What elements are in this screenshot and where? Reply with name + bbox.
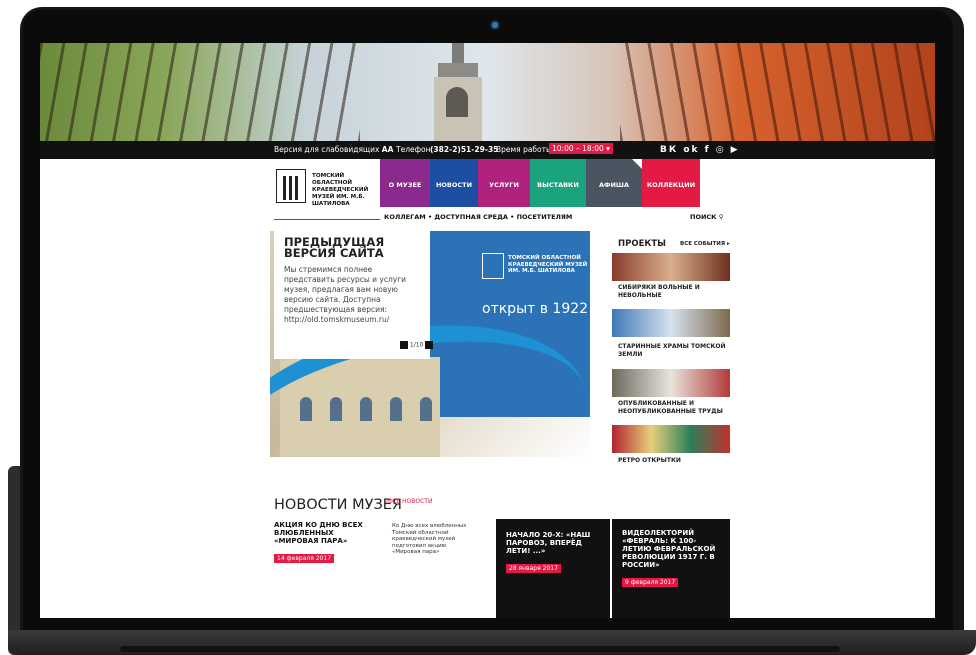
phone-number[interactable]: (382-2)51-29-35 <box>430 145 498 154</box>
accessibility-icon: АА <box>381 145 394 154</box>
nav-about[interactable]: О МУЗЕЕ <box>380 159 430 207</box>
screen: Версия для слабовидящих АА Телефон: (382… <box>40 43 935 618</box>
nav-collections[interactable]: КОЛЛЕКЦИИ <box>642 159 700 207</box>
search-button[interactable]: ПОИСК ⚲ <box>690 213 724 221</box>
project-image-postcards[interactable] <box>612 425 730 453</box>
project-image-works[interactable] <box>612 369 730 397</box>
social-icons[interactable]: ВК ok f ◎ ▶ <box>660 145 740 155</box>
nav-services[interactable]: УСЛУГИ <box>478 159 530 207</box>
hero-logo-text: ТОМСКИЙ ОБЛАСТНОЙ КРАЕВЕДЧЕСКИЙ МУЗЕЙ ИМ… <box>508 255 588 275</box>
projects-title: ПРОЕКТЫ <box>618 239 666 249</box>
laptop-mockup: Версия для слабовидящих АА Телефон: (382… <box>0 0 976 655</box>
project-image-siberians[interactable] <box>612 253 730 281</box>
secondary-nav[interactable]: КОЛЛЕГАМ • ДОСТУПНАЯ СРЕДА • ПОСЕТИТЕЛЯМ <box>384 213 572 221</box>
hero-museum-logo-icon <box>482 253 504 279</box>
next-arrow-icon[interactable] <box>425 341 434 349</box>
news-date: 28 января 2017 <box>506 564 561 573</box>
news-excerpt: Ко Дню всех влюбленных Томский областной… <box>392 523 467 555</box>
logo-text: ТОМСКИЙ ОБЛАСТНОЙ КРАЕВЕДЧЕСКИЙ МУЗЕЙ ИМ… <box>312 173 369 207</box>
hero-founded-text: открыт в 1922 г. <box>482 301 590 317</box>
news-item[interactable]: ВИДЕОЛЕКТОРИЙ «ФЕВРАЛЬ: К 100-ЛЕТИЮ ФЕВР… <box>612 519 730 618</box>
nav-exhibitions[interactable]: ВЫСТАВКИ <box>530 159 586 207</box>
project-image-churches[interactable] <box>612 309 730 337</box>
top-info-bar: Версия для слабовидящих АА Телефон: (382… <box>40 141 935 159</box>
camera-icon <box>492 22 498 28</box>
news-title: НОВОСТИ МУЗЕЯ <box>274 497 402 513</box>
phone-label: Телефон: <box>396 145 434 154</box>
search-icon: ⚲ <box>718 213 724 221</box>
news-item[interactable]: АКЦИЯ КО ДНЮ ВСЕХ ВЛЮБЛЕННЫХ «МИРОВАЯ ПА… <box>274 521 378 564</box>
hours-dropdown[interactable]: 10:00 – 18:00 ▾ <box>549 143 613 154</box>
header-banner-image <box>40 43 935 141</box>
banner-tower <box>428 43 488 141</box>
laptop-hinge <box>120 646 840 652</box>
slider-pager: 1/10 <box>400 341 434 349</box>
museum-logo-icon <box>276 169 306 203</box>
nav-events[interactable]: АФИША <box>586 159 642 207</box>
banner-fence-left <box>40 43 360 141</box>
all-events-link[interactable]: ВСЕ СОБЫТИЯ ▸ <box>680 241 730 247</box>
project-siberians[interactable]: СИБИРЯКИ ВОЛЬНЫЕ И НЕВОЛЬНЫЕ <box>618 284 730 299</box>
site-content: ТОМСКИЙ ОБЛАСТНОЙ КРАЕВЕДЧЕСКИЙ МУЗЕЙ ИМ… <box>270 159 730 618</box>
hero-card: ПРЕДЫДУЩАЯ ВЕРСИЯ САЙТА Мы стремимся пол… <box>274 231 434 359</box>
project-postcards[interactable]: РЕТРО ОТКРЫТКИ <box>618 457 730 465</box>
hero-slider: ТОМСКИЙ ОБЛАСТНОЙ КРАЕВЕДЧЕСКИЙ МУЗЕЙ ИМ… <box>270 231 590 457</box>
all-news-link[interactable]: /ВСЕ НОВОСТИ <box>386 498 432 505</box>
accessibility-link[interactable]: Версия для слабовидящих АА <box>274 145 393 154</box>
news-date: 9 февраля 2017 <box>622 578 679 587</box>
project-works[interactable]: ОПУБЛИКОВАННЫЕ И НЕОПУБЛИКОВАННЫЕ ТРУДЫ <box>618 400 730 415</box>
hero-text: Мы стремимся полнее представить ресурсы … <box>284 265 407 324</box>
hero-title: ПРЕДЫДУЩАЯ ВЕРСИЯ САЙТА <box>284 235 385 260</box>
project-churches[interactable]: СТАРИННЫЕ ХРАМЫ ТОМСКОЙ ЗЕМЛИ <box>618 343 730 358</box>
submenu-divider <box>274 219 380 220</box>
news-date: 14 февраля 2017 <box>274 554 335 563</box>
hours-label: Время работы: <box>496 145 555 154</box>
news-item[interactable]: НАЧАЛО 20-Х: «НАШ ПАРОВОЗ, ВПЕРЁД ЛЕТИ! … <box>496 519 610 618</box>
nav-news[interactable]: НОВОСТИ <box>430 159 478 207</box>
banner-fence-right <box>620 43 935 141</box>
pager-count: 1/10 <box>409 341 424 349</box>
prev-arrow-icon[interactable] <box>400 341 408 349</box>
